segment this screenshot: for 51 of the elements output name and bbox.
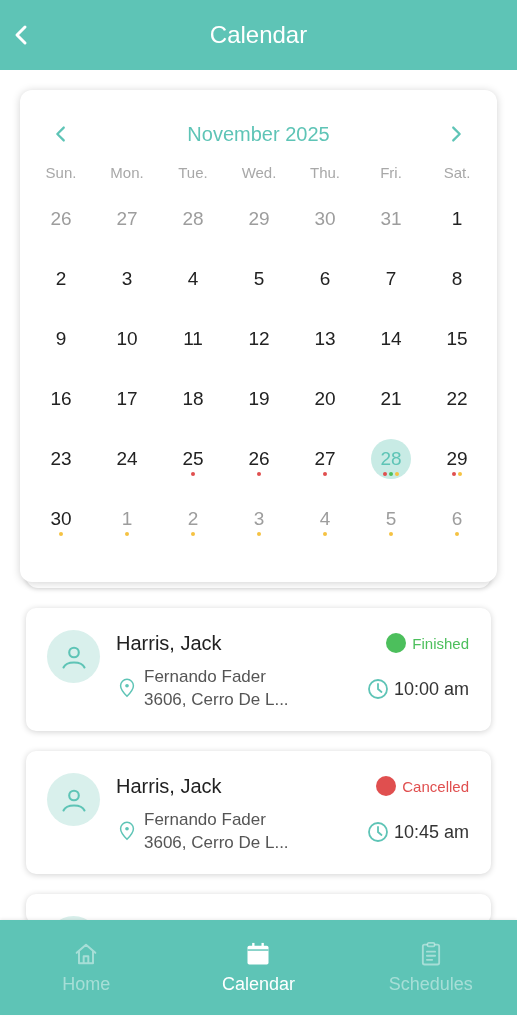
clock-icon — [365, 677, 390, 701]
weekday-label: Fri. — [380, 163, 402, 181]
calendar-day[interactable]: 24 — [107, 439, 147, 479]
calendar-day[interactable]: 26 — [239, 439, 279, 479]
calendar-day[interactable]: 1 — [437, 199, 477, 239]
calendar-day[interactable]: 3 — [107, 259, 147, 299]
weekday-label: Sat. — [443, 163, 471, 181]
weekday-label: Sun. — [45, 163, 77, 181]
calendar-day[interactable]: 15 — [437, 319, 477, 359]
status-label: Finished — [412, 634, 469, 652]
address-text: Fernando Fader 3606, Cerro De L... — [144, 809, 289, 854]
calendar-day[interactable]: 19 — [239, 379, 279, 419]
weekday-label: Thu. — [310, 163, 340, 181]
calendar-day[interactable]: 11 — [173, 319, 213, 359]
calendar-day[interactable]: 30 — [41, 499, 81, 539]
calendar-day[interactable]: 20 — [305, 379, 345, 419]
calendar-day[interactable]: 16 — [41, 379, 81, 419]
address-text: Fernando Fader 3606, Cerro De L... — [144, 666, 289, 711]
clock-icon — [365, 820, 390, 844]
appointment-card[interactable]: Harris, Jack Fernando Fader 3606, Cerro De L... Finished 10:00 am — [26, 608, 491, 731]
calendar-day[interactable]: 25 — [173, 439, 213, 479]
weekday-label: Tue. — [178, 163, 208, 181]
calendar-day[interactable]: 4 — [173, 259, 213, 299]
calendar-day[interactable]: 8 — [437, 259, 477, 299]
calendar-day[interactable]: 17 — [107, 379, 147, 419]
client-name: Harris, Jack — [116, 775, 223, 798]
appointment-card[interactable]: Harris, Jack Fernando Fader 3606, Cerro De L... Cancelled 10:45 am — [26, 751, 491, 874]
appointment-time: 10:45 am — [393, 821, 469, 843]
weekday-label: Mon. — [110, 163, 144, 181]
status-label: Cancelled — [402, 777, 469, 795]
client-name: Harris, Jack — [116, 632, 223, 655]
calendar-day[interactable]: 9 — [41, 319, 81, 359]
calendar-day[interactable]: 13 — [305, 319, 345, 359]
calendar-day[interactable]: 23 — [41, 439, 81, 479]
calendar-day[interactable]: 2 — [41, 259, 81, 299]
calendar-day[interactable]: 14 — [371, 319, 411, 359]
month-label: November 2025 — [187, 122, 330, 146]
weekday-label: Wed. — [241, 163, 277, 181]
calendar-day[interactable]: 12 — [239, 319, 279, 359]
appointment-card[interactable] — [26, 894, 491, 920]
appointment-time: 10:00 am — [393, 678, 469, 700]
calendar-day[interactable]: 21 — [371, 379, 411, 419]
screen-title: Calendar — [209, 21, 308, 49]
calendar-day[interactable]: 27 — [305, 439, 345, 479]
calendar-day[interactable]: 10 — [107, 319, 147, 359]
calendar-day[interactable]: 22 — [437, 379, 477, 419]
calendar-day[interactable]: 18 — [173, 379, 213, 419]
calendar-day[interactable]: 6 — [305, 259, 345, 299]
calendar-day[interactable]: 7 — [371, 259, 411, 299]
calendar-day[interactable]: 5 — [239, 259, 279, 299]
calendar-day[interactable]: 29 — [437, 439, 477, 479]
